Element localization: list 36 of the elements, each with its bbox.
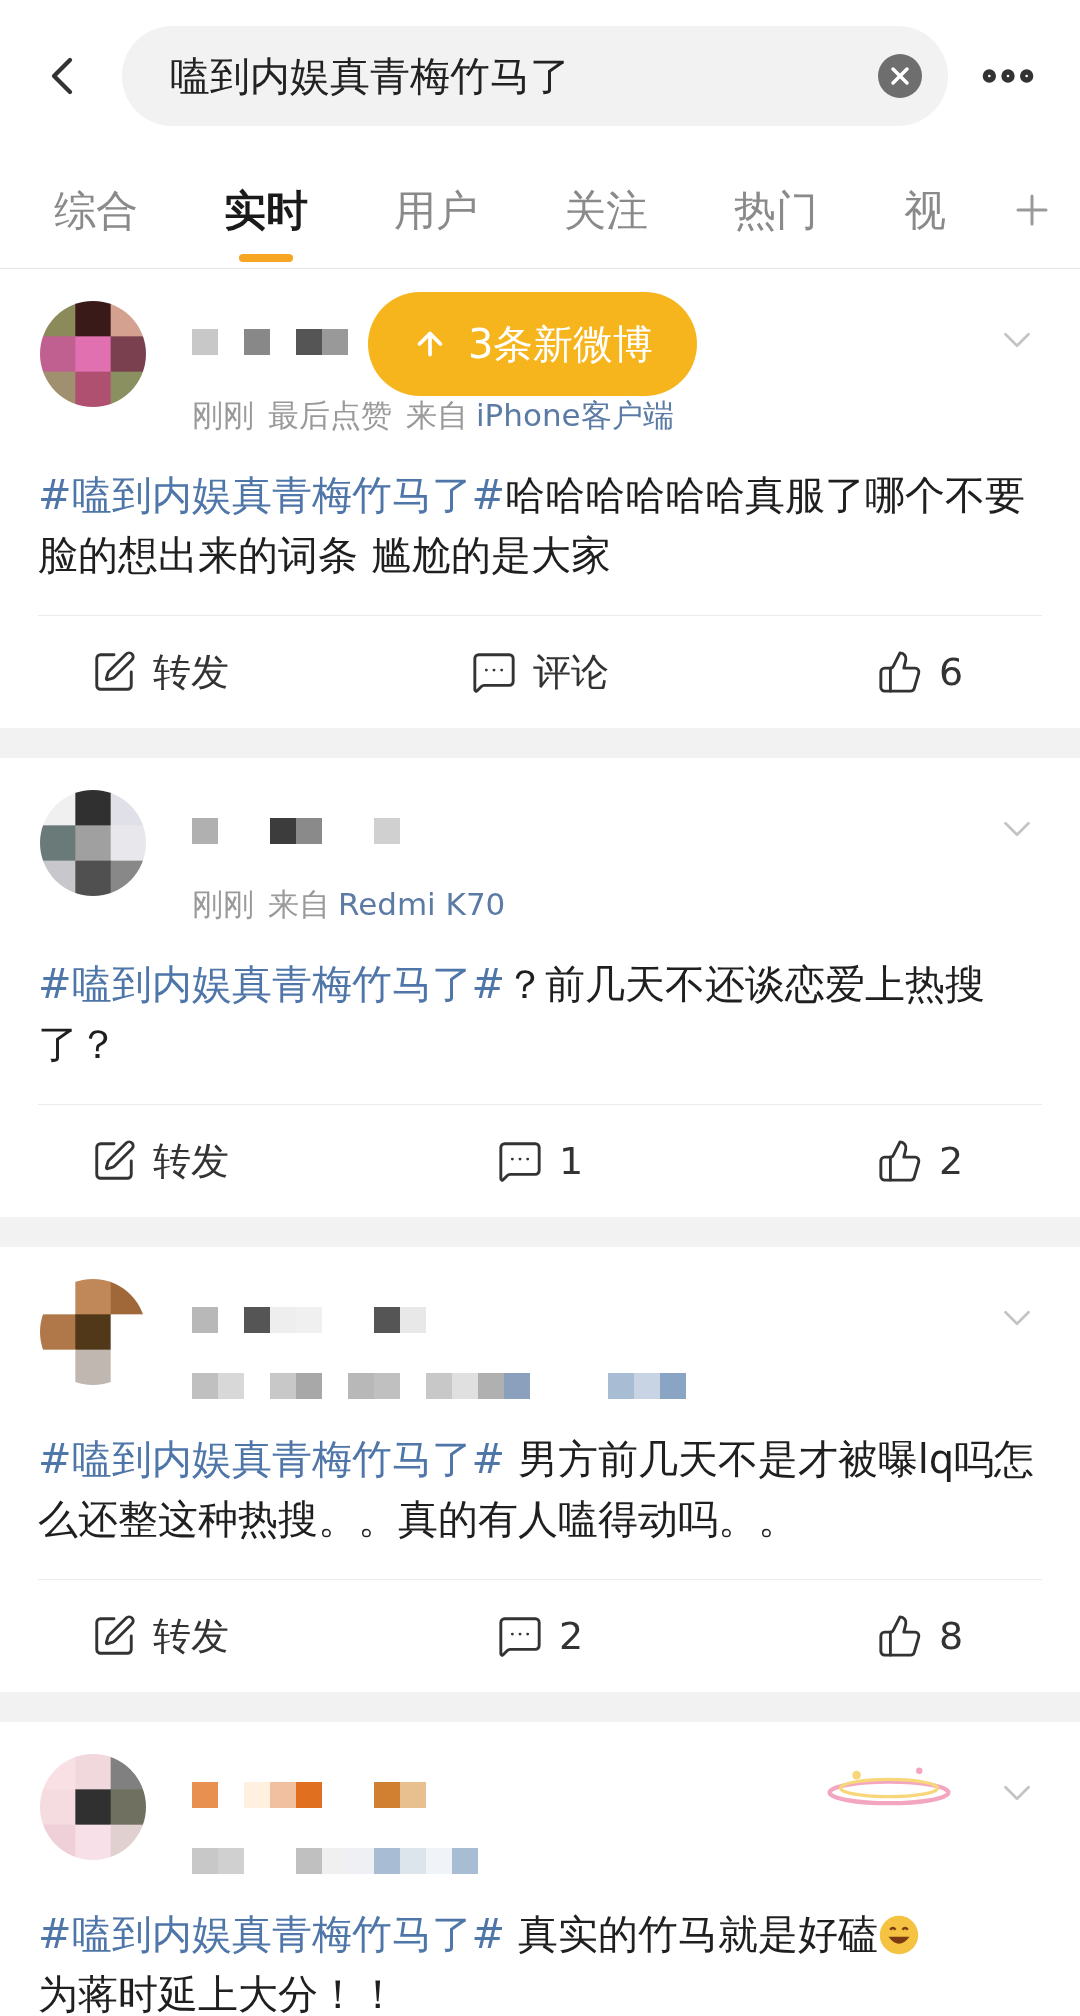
post-text: #嗑到内娱真青梅竹马了# 男方前几天不是才被曝lq吗怎么还整这种热搜。。真的有人嗑得动吗。。	[37, 1435, 1036, 1544]
tab[interactable]: 视	[904, 152, 946, 268]
tab[interactable]: 用户	[394, 152, 478, 268]
like-button[interactable]: 6	[760, 643, 1080, 701]
post-time: 刚刚	[192, 885, 254, 924]
repost-button[interactable]: 转发	[0, 1132, 360, 1190]
tab[interactable]: 关注	[564, 152, 648, 268]
post-text: #嗑到内娱真青梅竹马了# 真实的竹马就是好磕 为蒋时延上大分！！	[0, 1904, 1080, 2016]
hashtag-link[interactable]: #嗑到内娱真青梅竹马了#	[38, 961, 506, 1007]
like-button[interactable]: 2	[760, 1132, 1080, 1190]
post-note: 最后点赞	[268, 396, 392, 435]
hashtag-link[interactable]: #嗑到内娱真青梅竹马了#	[38, 1436, 506, 1482]
source-label: 来自	[268, 885, 330, 924]
tab[interactable]: 实时	[224, 152, 308, 268]
thumbs-up-icon	[876, 649, 923, 695]
tab-indicator	[239, 254, 293, 262]
thumbs-up-icon	[876, 1613, 923, 1659]
post-text: #嗑到内娱真青梅竹马了#哈哈哈哈哈哈真服了哪个不要脸的想出来的词条 尴尬的是大家	[37, 471, 1027, 580]
clear-icon[interactable]	[878, 54, 922, 98]
source-label: 来自	[406, 396, 468, 435]
repost-button[interactable]: 转发	[0, 643, 360, 701]
source-link[interactable]: iPhone客户端	[476, 395, 674, 435]
repost-button[interactable]: 转发	[0, 1607, 360, 1665]
search-field[interactable]: 嗑到内娱真青梅竹马了	[122, 26, 948, 126]
source-link[interactable]: Redmi K70	[338, 884, 506, 924]
comment-button[interactable]: 2	[360, 1607, 720, 1665]
post-text: #嗑到内娱真青梅竹马了#？前几天不还谈恋爱上热搜了？	[37, 960, 987, 1069]
hashtag-link[interactable]: #嗑到内娱真青梅竹马了#	[38, 1911, 506, 1957]
tab[interactable]: 热门	[734, 152, 818, 268]
comment-button[interactable]: 评论	[360, 643, 720, 701]
tab[interactable]: 综合	[54, 152, 138, 268]
hashtag-link[interactable]: #嗑到内娱真青梅竹马了#	[38, 472, 506, 518]
like-button[interactable]: 8	[760, 1607, 1080, 1665]
thumbs-up-icon	[876, 1138, 923, 1184]
post-time: 刚刚	[192, 396, 254, 435]
comment-button[interactable]: 1	[360, 1132, 720, 1190]
